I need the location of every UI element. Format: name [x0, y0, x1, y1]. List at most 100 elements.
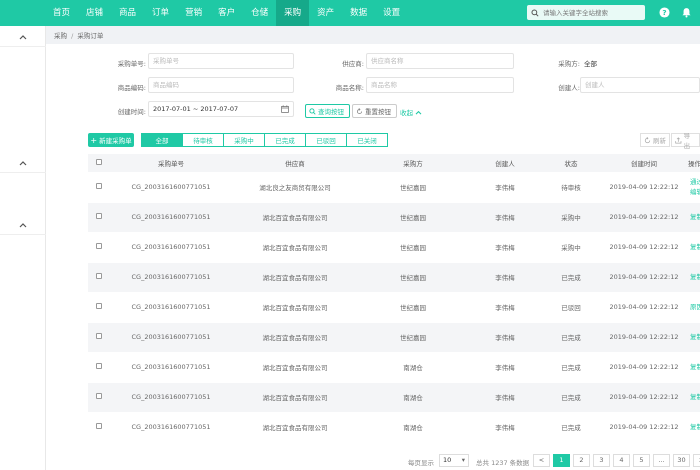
table-row[interactable]: CG_2003161600771051 湖北百宜食品有限公司 世纪嘉园 李伟梅 已完成 2… [88, 322, 700, 353]
goods-name-input[interactable] [366, 77, 514, 93]
row-checkbox[interactable] [96, 393, 102, 399]
cell-creator: 李伟梅 [468, 232, 542, 263]
cell-status: 已完成 [542, 352, 600, 383]
collapse-filters-link[interactable]: 收起 [400, 107, 422, 117]
row-checkbox[interactable] [96, 363, 102, 369]
sidebar-collapse-toggle-3[interactable] [0, 216, 46, 234]
cell-supplier: 湖北百宜食品有限公司 [232, 412, 358, 443]
page-button[interactable]: ... [653, 454, 670, 467]
row-checkbox[interactable] [96, 182, 102, 189]
row-action-link[interactable]: 复制 [690, 333, 700, 341]
prev-page-button[interactable]: < [533, 454, 550, 467]
nav-item-8[interactable]: 资产 [309, 0, 342, 26]
nav-item-2[interactable]: 商品 [111, 0, 144, 26]
breadcrumb-current: 采购订单 [77, 32, 104, 40]
chevron-up-icon [19, 223, 27, 228]
status-tab-4[interactable]: 已驳回 [305, 133, 347, 147]
row-action-link[interactable]: 编辑 [690, 188, 700, 196]
purchaser-select[interactable]: 全部 [584, 58, 597, 68]
per-page-select[interactable]: 10 ▾ [439, 454, 469, 467]
page-button[interactable]: 3 [593, 454, 610, 467]
nav-item-6[interactable]: 仓储 [243, 0, 276, 26]
row-action-link[interactable]: 复制 [690, 243, 700, 251]
row-action-link[interactable]: 通过 [690, 178, 700, 186]
row-action-link[interactable]: 复制 [690, 213, 700, 221]
table-row[interactable]: CG_2003161600771051 湖北良之友商贸有限公司 世纪嘉园 李伟梅 待审核… [88, 172, 700, 203]
row-checkbox[interactable] [96, 303, 102, 309]
row-checkbox[interactable] [96, 213, 102, 219]
row-action-link[interactable]: 复制 [690, 273, 700, 281]
page-button[interactable]: 4 [613, 454, 630, 467]
table-row[interactable]: CG_2003161600771051 湖北百宜食品有限公司 世纪嘉园 李伟梅 已驳回 2… [88, 292, 700, 323]
nav-item-1[interactable]: 店铺 [78, 0, 111, 26]
row-checkbox[interactable] [96, 333, 102, 339]
table-row[interactable]: CG_2003161600771051 湖北百宜食品有限公司 世纪嘉园 李伟梅 采购中 2… [88, 232, 700, 263]
help-icon[interactable]: ? [658, 6, 671, 19]
nav-item-10[interactable]: 设置 [375, 0, 408, 26]
nav-item-0[interactable]: 首页 [45, 0, 78, 26]
page-button[interactable]: 2 [573, 454, 590, 467]
cell-order-no: CG_2003161600771051 [110, 172, 232, 203]
status-tab-5[interactable]: 已关闭 [346, 133, 388, 147]
new-purchase-order-button[interactable]: + 新建采购单 [88, 133, 134, 147]
row-action-link[interactable]: 复制 [690, 363, 700, 371]
table-row[interactable]: CG_2003161600771051 湖北百宜食品有限公司 南湖仓 李伟梅 已完成 20… [88, 352, 700, 383]
row-select-cell [88, 292, 110, 323]
row-select-cell [88, 382, 110, 413]
table-row[interactable]: CG_2003161600771051 湖北百宜食品有限公司 世纪嘉园 李伟梅 采购中 2… [88, 202, 700, 233]
row-checkbox[interactable] [96, 273, 102, 279]
status-tab-0[interactable]: 全部 [141, 133, 183, 147]
breadcrumb-parent[interactable]: 采购 [54, 32, 67, 40]
created-time-value: 2017-07-01 ~ 2017-07-07 [153, 105, 239, 113]
status-tab-3[interactable]: 已完成 [264, 133, 306, 147]
query-button[interactable]: 查询按钮 [305, 104, 350, 118]
cell-order-no: CG_2003161600771051 [110, 202, 232, 233]
refresh-button[interactable]: 刷新 [640, 133, 670, 147]
global-search[interactable] [527, 5, 645, 20]
per-page-value: 10 [443, 456, 452, 464]
nav-item-9[interactable]: 数据 [342, 0, 375, 26]
global-search-input[interactable] [543, 8, 643, 17]
row-checkbox[interactable] [96, 423, 102, 429]
page-button[interactable]: 30 [673, 454, 690, 467]
export-button[interactable]: 导出 [671, 132, 700, 150]
select-all-checkbox[interactable] [96, 159, 102, 165]
status-tab-2[interactable]: 采购中 [223, 133, 265, 147]
table-row[interactable]: CG_2003161600771051 湖北百宜食品有限公司 南湖仓 李伟梅 已完成 20… [88, 412, 700, 443]
row-checkbox[interactable] [96, 243, 102, 249]
created-time-range[interactable]: 2017-07-01 ~ 2017-07-07 [148, 101, 294, 117]
row-action-link[interactable]: 原因 [690, 303, 700, 311]
nav-item-7[interactable]: 采购 [276, 0, 310, 26]
order-no-input[interactable] [148, 53, 294, 69]
calendar-icon [281, 105, 289, 113]
row-action-link[interactable]: 复制 [690, 393, 700, 401]
sidebar-collapse-toggle[interactable] [0, 28, 46, 46]
nav-item-4[interactable]: 营销 [177, 0, 210, 26]
nav-item-5[interactable]: 客户 [210, 0, 243, 26]
creator-input[interactable] [580, 77, 700, 93]
cell-purchaser: 世纪嘉园 [358, 232, 468, 263]
goods-code-label: 商品编码: [117, 84, 146, 92]
page-button[interactable]: 5 [633, 454, 650, 467]
header-select-all[interactable] [88, 154, 110, 172]
next-page-button[interactable]: > [693, 454, 700, 467]
notification-icon[interactable] [680, 6, 693, 19]
goods-name-label: 商品名称: [335, 84, 364, 92]
query-button-label: 查询按钮 [318, 108, 344, 116]
supplier-input[interactable] [366, 53, 514, 69]
table-row[interactable]: CG_2003161600771051 湖北百宜食品有限公司 世纪嘉园 李伟梅 已完成 2… [88, 262, 700, 293]
total-count: 总共 1237 条数据 [476, 459, 530, 467]
cell-order-no: CG_2003161600771051 [110, 292, 232, 323]
per-page-label: 每页显示 [408, 459, 434, 467]
row-action-link[interactable]: 复制 [690, 423, 700, 431]
page-button[interactable]: 1 [553, 454, 570, 467]
search-icon [309, 107, 316, 115]
cell-creator: 李伟梅 [468, 352, 542, 383]
table-row[interactable]: CG_2003161600771051 湖北百宜食品有限公司 南湖仓 李伟梅 已完成 20… [88, 382, 700, 413]
reset-button[interactable]: 重置按钮 [352, 104, 397, 118]
sidebar-collapse-toggle-2[interactable] [0, 154, 46, 172]
status-tab-1[interactable]: 待审核 [182, 133, 224, 147]
cell-order-no: CG_2003161600771051 [110, 262, 232, 293]
nav-item-3[interactable]: 订单 [144, 0, 177, 26]
goods-code-input[interactable] [148, 77, 294, 93]
